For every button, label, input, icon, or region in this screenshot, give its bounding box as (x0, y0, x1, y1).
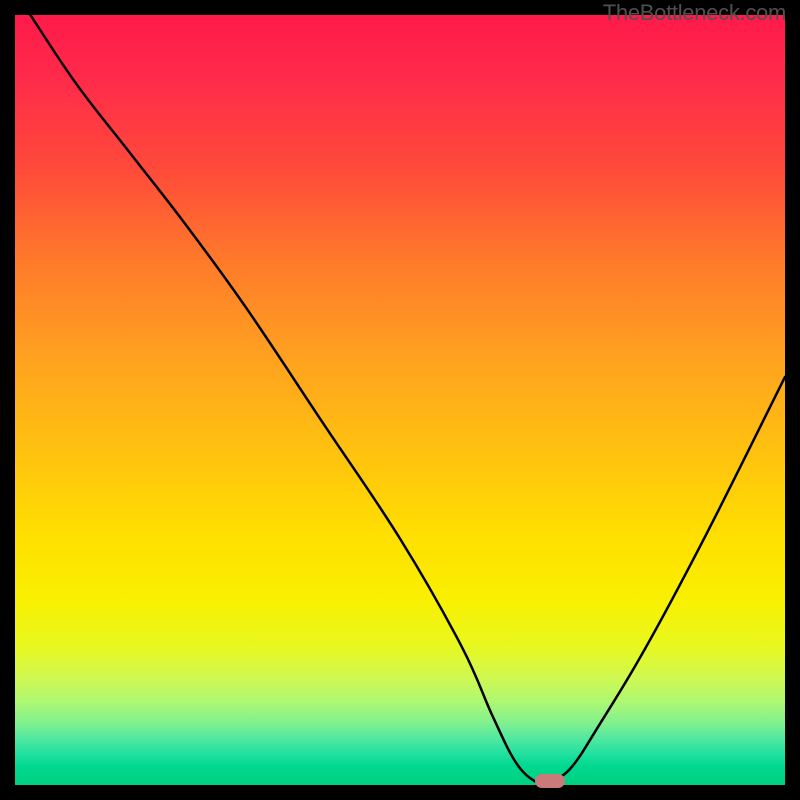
chart-frame: TheBottleneck.com (0, 0, 800, 800)
optimum-marker (535, 774, 565, 788)
bottleneck-curve (15, 15, 785, 785)
watermark-text: TheBottleneck.com (603, 0, 786, 26)
